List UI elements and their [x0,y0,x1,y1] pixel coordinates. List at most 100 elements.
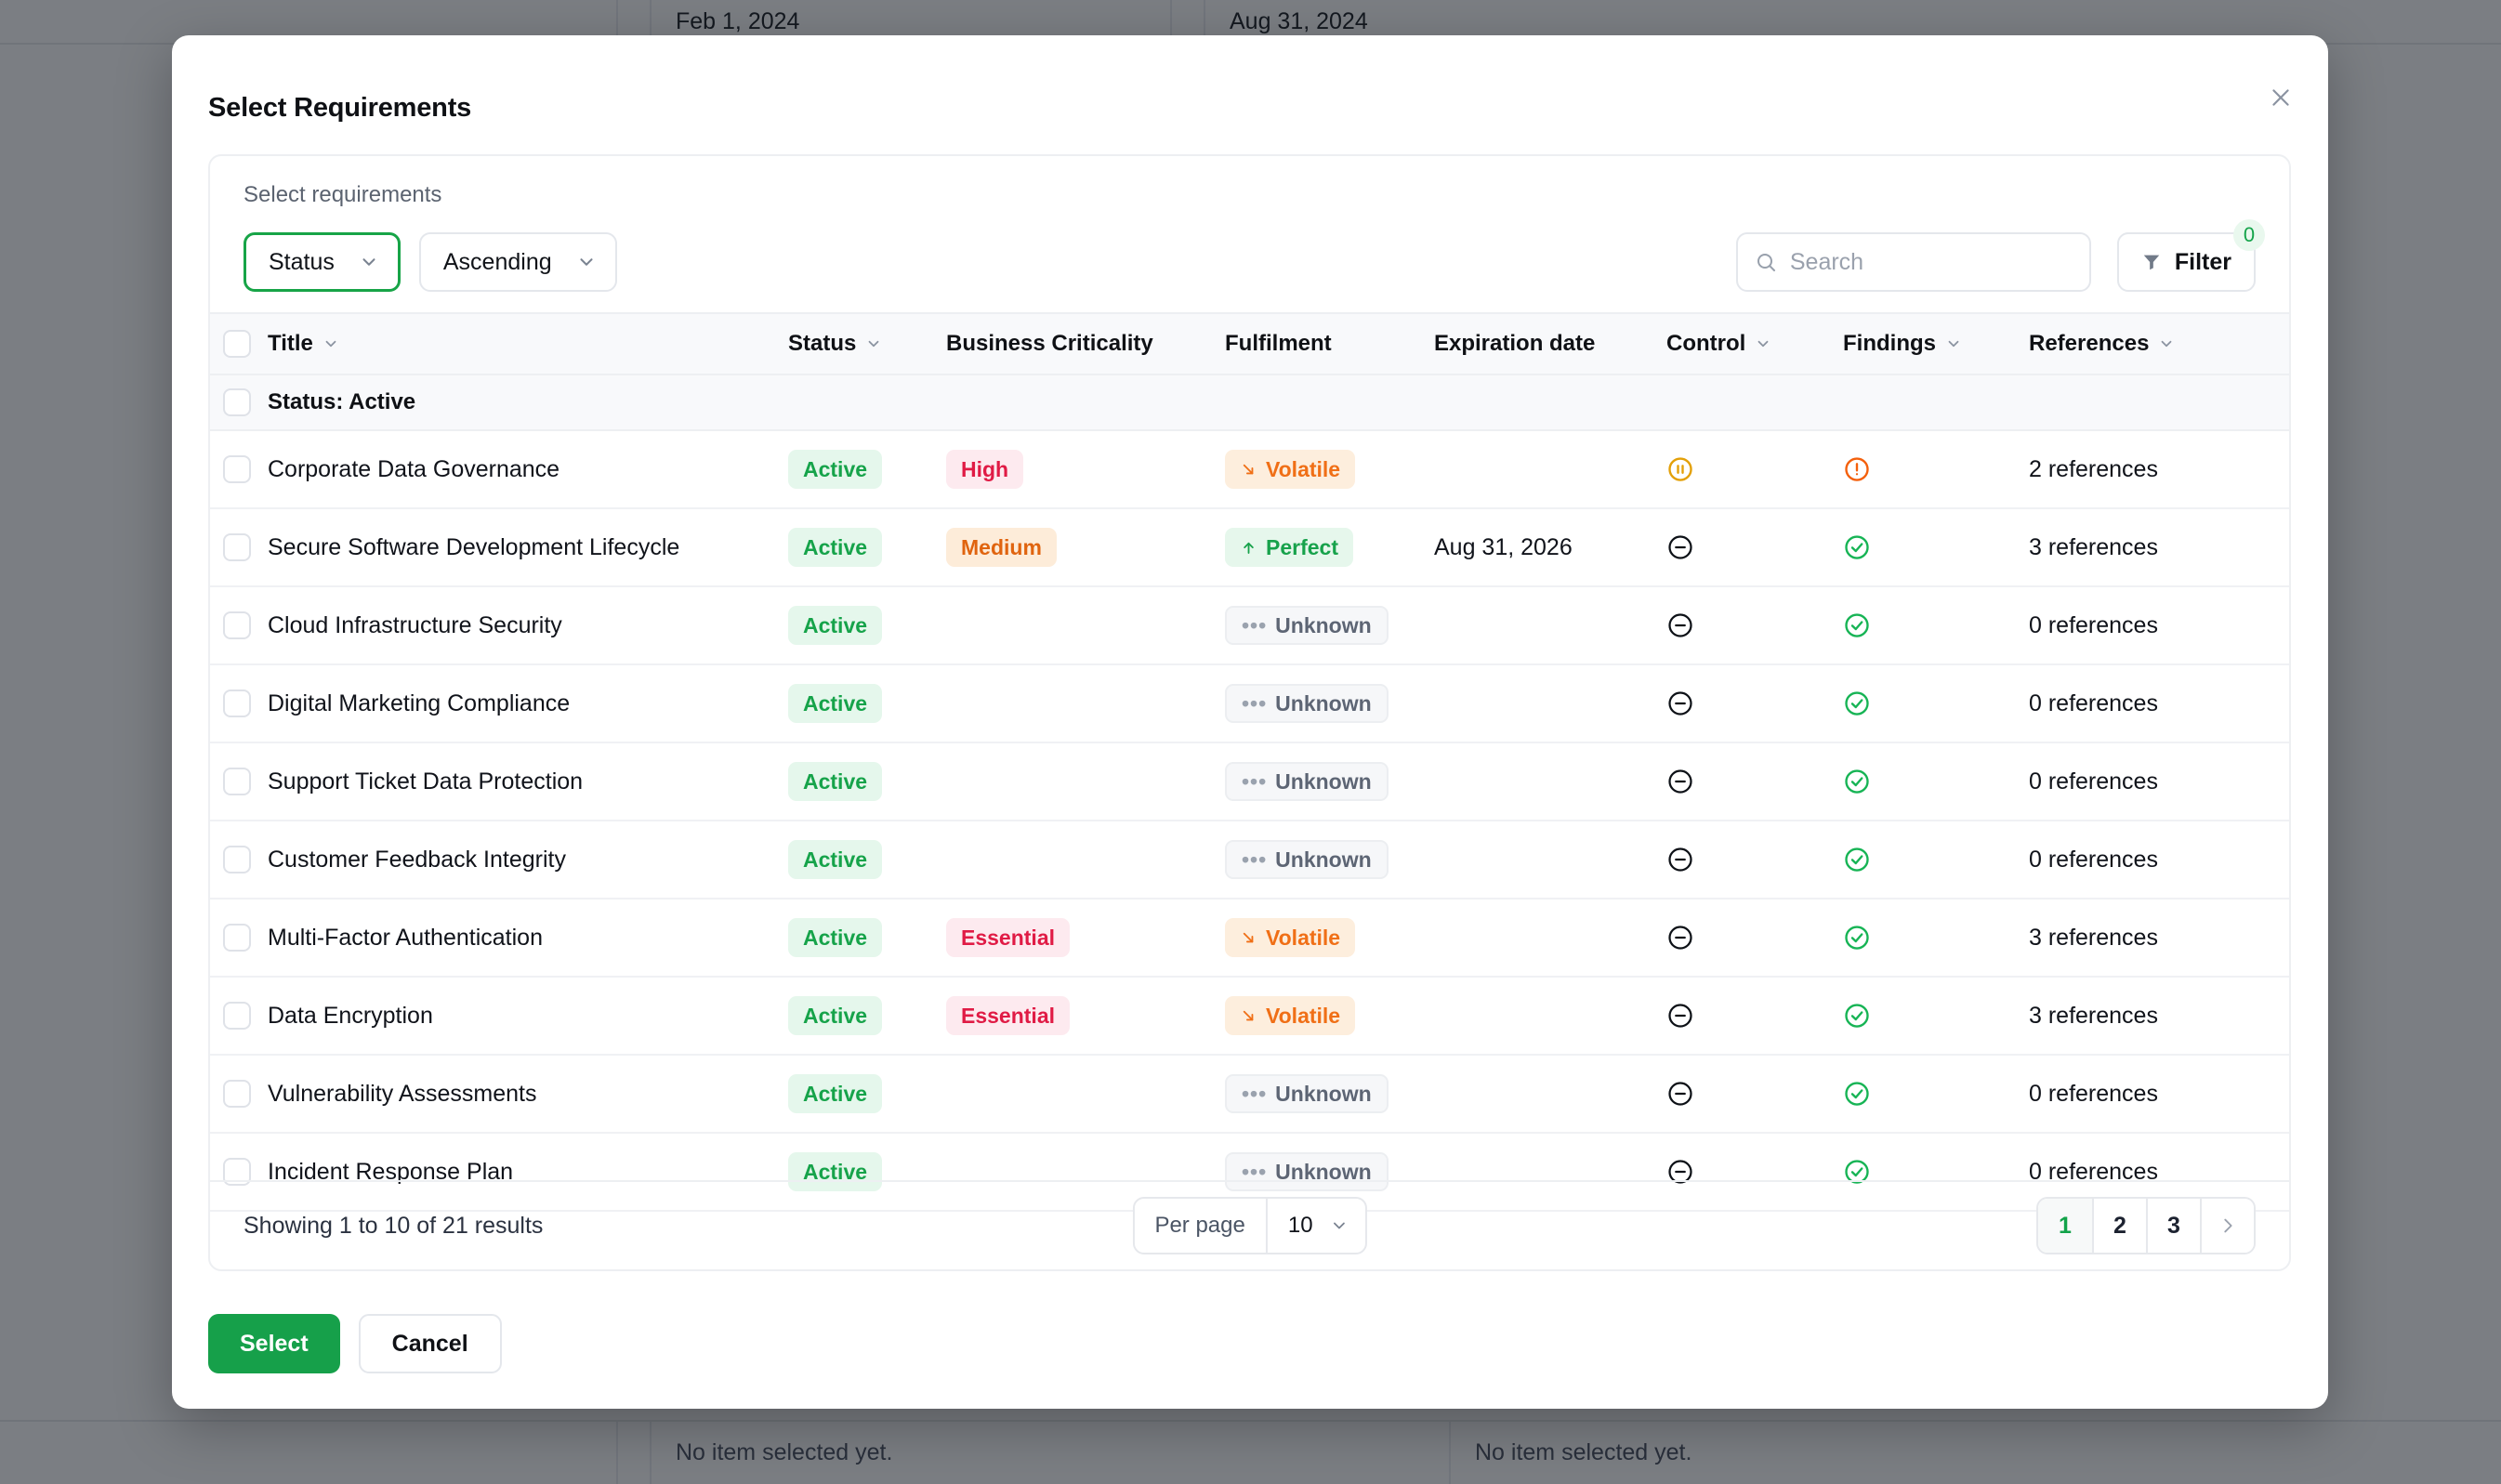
cell-expiration-date [1434,821,1666,899]
cancel-button[interactable]: Cancel [358,1314,502,1373]
table-row[interactable]: Multi-Factor Authentication Active Essenti… [210,899,2289,977]
pagination-page-3[interactable]: 3 [2146,1199,2200,1253]
column-header-findings[interactable]: Findings [1843,312,2029,375]
pause-circle-icon [1666,455,1843,483]
chevron-down-icon [1755,335,1771,352]
pagination-next-button[interactable] [2200,1199,2254,1253]
cell-business-criticality: Medium [946,508,1225,586]
per-page-control[interactable]: Per page 10 [1132,1197,1367,1254]
fulfilment-label: Unknown [1275,612,1372,637]
requirements-panel: Select requirements Status Ascending Sea… [208,154,2291,1271]
arrow-down-right-icon [1240,461,1257,479]
cell-expiration-date [1434,1055,1666,1133]
cell-expiration-date [1434,664,1666,742]
cell-status: Active [788,821,946,899]
sort-direction-select[interactable]: Ascending [418,232,617,292]
column-header-status[interactable]: Status [788,312,946,375]
pagination-page-2[interactable]: 2 [2092,1199,2146,1253]
row-checkbox[interactable] [223,689,251,717]
cell-findings [1843,742,2029,821]
fulfilment-label: Unknown [1275,768,1372,794]
cell-references: 2 references [2029,430,2289,508]
chevron-down-icon [322,335,339,352]
references-count: 0 references [2029,611,2158,638]
table-row[interactable]: Vulnerability Assessments Active ••• Unknow… [210,1055,2289,1133]
select-all-checkbox[interactable] [223,330,251,358]
chevron-down-icon [576,252,597,272]
table-row[interactable]: Digital Marketing Compliance Active ••• Unk… [210,664,2289,742]
filter-label: Filter [2174,248,2231,275]
sort-field-select[interactable]: Status [244,232,401,292]
cell-fulfilment: Volatile [1225,899,1434,977]
fulfilment-label: Volatile [1266,456,1341,481]
fulfilment-label: Volatile [1266,925,1341,950]
cell-fulfilment: ••• Unknown [1225,1055,1434,1133]
row-select-cell [210,977,268,1055]
requirement-title: Customer Feedback Integrity [268,846,566,873]
table-head: Title Status Business Criticality Fulfil… [210,312,2289,375]
arrow-up-icon [1240,539,1257,557]
column-header-references[interactable]: References [2029,312,2289,375]
criticality-badge: Essential [946,996,1070,1035]
search-box[interactable] [1735,232,2091,292]
row-checkbox[interactable] [223,455,251,483]
table-row[interactable]: Data Encryption Active Essential Volatile 3 … [210,977,2289,1055]
row-select-cell [210,586,268,664]
cell-status: Active [788,586,946,664]
select-button[interactable]: Select [208,1314,340,1373]
requirement-title: Support Ticket Data Protection [268,768,584,795]
cell-expiration-date [1434,742,1666,821]
fulfilment-label: Volatile [1266,1003,1341,1028]
close-modal-button[interactable] [2261,78,2300,117]
cell-business-criticality [946,664,1225,742]
row-checkbox[interactable] [223,924,251,952]
cell-control [1666,586,1843,664]
table-row[interactable]: Secure Software Development Lifecycle Act… [210,508,2289,586]
per-page-select[interactable]: 10 [1265,1199,1365,1253]
column-header-control[interactable]: Control [1666,312,1843,375]
table-row[interactable]: Customer Feedback Integrity Active ••• Unkn… [210,821,2289,899]
cell-status: Active [788,1055,946,1133]
table-row[interactable]: Support Ticket Data Protection Active ••• U… [210,742,2289,821]
group-select-checkbox[interactable] [223,388,251,416]
check-circle-icon [1843,1002,2029,1030]
cell-control [1666,977,1843,1055]
cell-title: Multi-Factor Authentication [268,899,788,977]
table-group-row: Status: Active [210,374,2289,430]
group-select-cell [210,374,268,430]
cell-references: 0 references [2029,664,2289,742]
table-row[interactable]: Corporate Data Governance Active High Volat… [210,430,2289,508]
cell-status: Active [788,742,946,821]
pagination-page-1[interactable]: 1 [2038,1199,2092,1253]
row-checkbox[interactable] [223,1002,251,1030]
column-label: Findings [1843,331,1936,356]
group-label-cell: Status: Active [268,374,2289,430]
ellipsis-icon: ••• [1242,612,1268,637]
fulfilment-label: Unknown [1275,847,1372,872]
table-row[interactable]: Cloud Infrastructure Security Active ••• Un… [210,586,2289,664]
row-checkbox[interactable] [223,611,251,639]
minus-circle-icon [1666,689,1843,717]
cell-title: Data Encryption [268,977,788,1055]
table-body: Status: Active Corporate Data Governance A… [210,374,2289,1211]
row-checkbox[interactable] [223,533,251,561]
row-select-cell [210,821,268,899]
search-input[interactable] [1789,248,2073,276]
cell-control [1666,821,1843,899]
cell-fulfilment: Perfect [1225,508,1434,586]
column-header-title[interactable]: Title [268,312,788,375]
row-checkbox[interactable] [223,768,251,795]
status-badge: Active [788,684,883,723]
column-label: Title [268,331,313,356]
check-circle-icon [1843,846,2029,873]
column-label: Fulfilment [1225,331,1332,356]
cell-findings [1843,821,2029,899]
cell-fulfilment: ••• Unknown [1225,586,1434,664]
status-badge: Active [788,762,883,801]
row-select-cell [210,430,268,508]
row-checkbox[interactable] [223,846,251,873]
per-page-label: Per page [1154,1213,1245,1238]
criticality-badge: Essential [946,918,1070,957]
minus-circle-icon [1666,846,1843,873]
row-checkbox[interactable] [223,1080,251,1108]
